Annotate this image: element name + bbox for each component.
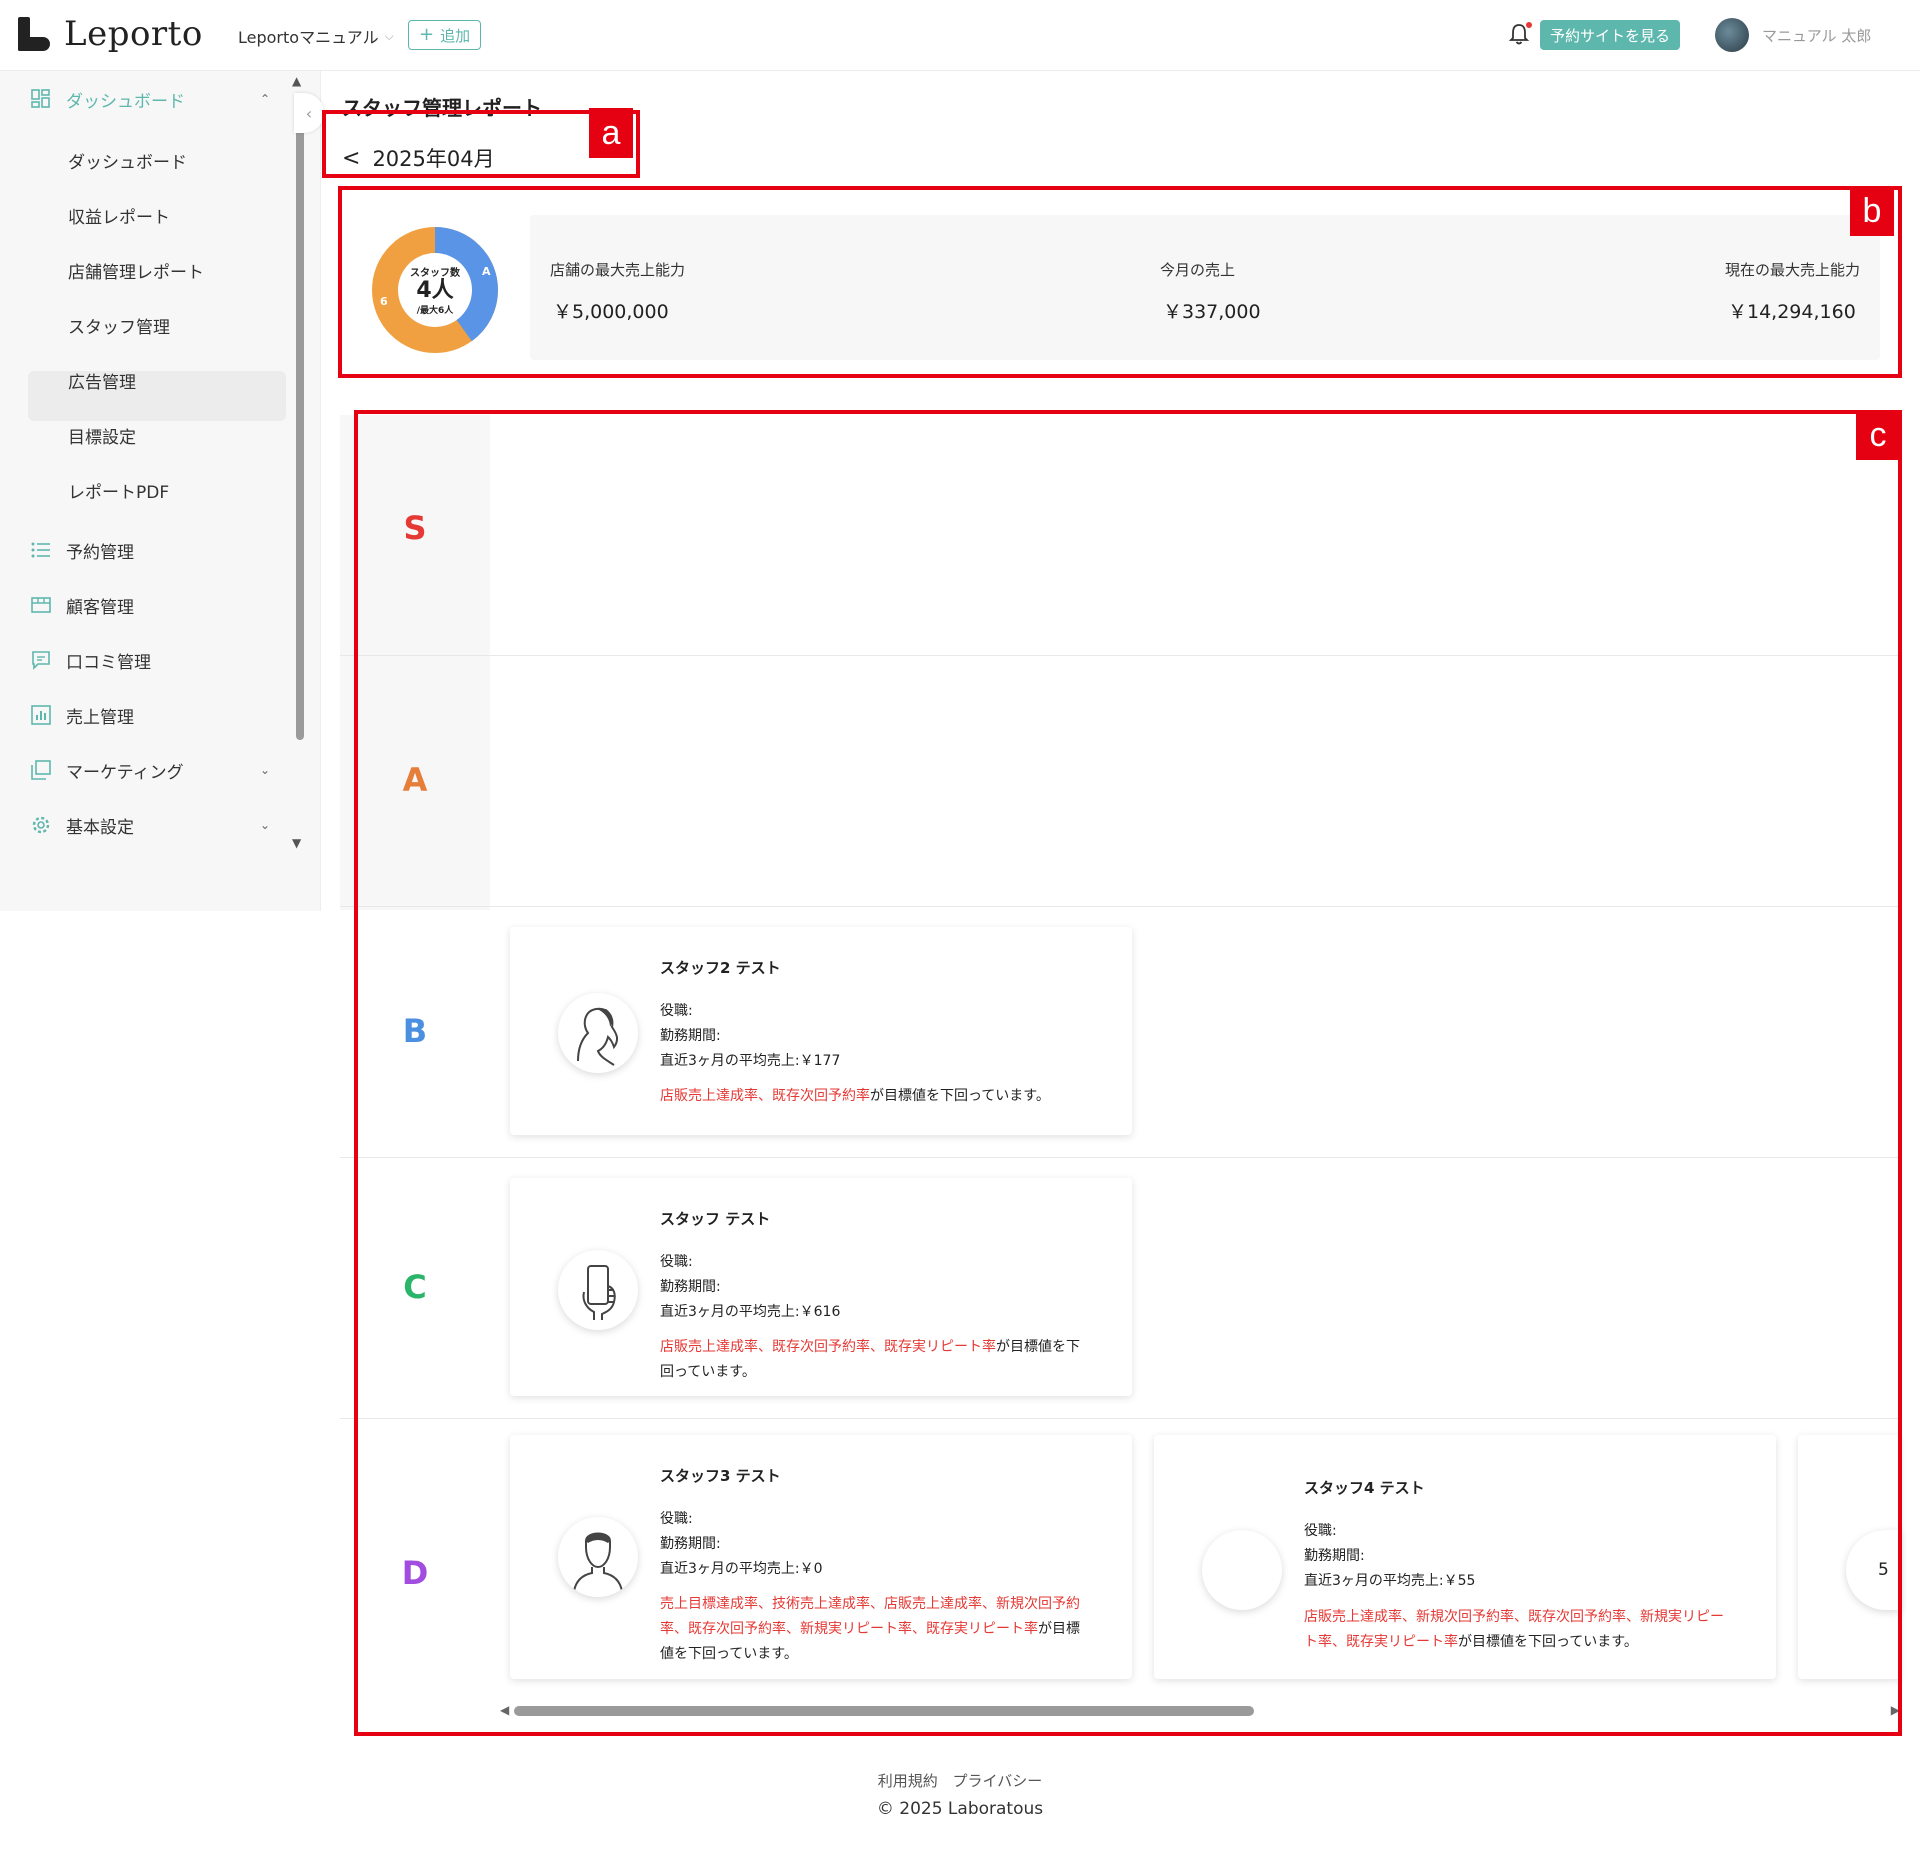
- sidebar-item-customers[interactable]: 顧客管理: [30, 585, 134, 625]
- sidebar-item-reviews[interactable]: 口コミ管理: [30, 640, 151, 680]
- scroll-down-arrow-icon[interactable]: ▼: [292, 836, 301, 850]
- add-button[interactable]: + 追加: [408, 20, 482, 50]
- chevron-down-icon: ⌄: [259, 763, 270, 777]
- leporto-logo[interactable]: Leporto: [18, 14, 203, 54]
- comment-icon: [30, 649, 52, 671]
- notification-dot: [1526, 22, 1532, 28]
- annotation-box-c: [354, 410, 1902, 1736]
- copyright: © 2025 Laboratous: [876, 1799, 1044, 1819]
- sidebar-item-label: 口コミ管理: [66, 652, 151, 673]
- sidebar-sub-item-revenue-report[interactable]: 収益レポート: [68, 195, 170, 235]
- sidebar-item-sales[interactable]: 売上管理: [30, 695, 134, 735]
- user-avatar[interactable]: [1715, 18, 1749, 52]
- sidebar-item-marketing[interactable]: マーケティング ⌄: [30, 750, 270, 790]
- annotation-tag-b: b: [1850, 186, 1894, 236]
- add-button-label: 追加: [440, 26, 471, 45]
- sidebar-item-label: 基本設定: [66, 817, 134, 838]
- active-item-highlight: [28, 371, 286, 421]
- sidebar-item-label: 売上管理: [66, 707, 134, 728]
- sidebar-item-reservations[interactable]: 予約管理: [30, 530, 134, 570]
- notification-bell-icon[interactable]: [1508, 22, 1532, 46]
- sidebar-sub-item-dashboard[interactable]: ダッシュボード: [68, 140, 187, 180]
- layers-icon: [30, 759, 52, 781]
- sidebar-sub-item-report-pdf[interactable]: レポートPDF: [68, 470, 169, 510]
- logo-mark-icon: [18, 17, 50, 51]
- dashboard-grid-icon: [30, 88, 52, 110]
- gear-icon: [30, 814, 52, 836]
- sidebar: ダッシュボード ⌃ ダッシュボード 収益レポート 店舗管理レポート スタッフ管理…: [0, 71, 321, 911]
- store-icon: [30, 594, 52, 616]
- annotation-tag-a: a: [589, 108, 633, 158]
- chevron-down-icon: ⌵: [384, 28, 394, 43]
- sidebar-item-dashboard[interactable]: ダッシュボード ⌃: [30, 79, 270, 119]
- annotation-box-b: [338, 186, 1902, 378]
- chevron-left-icon: ‹: [305, 103, 313, 123]
- annotation-tag-c: c: [1856, 410, 1900, 460]
- sidebar-item-label: 予約管理: [66, 542, 134, 563]
- shop-selector[interactable]: Leportoマニュアル ⌵: [238, 24, 394, 48]
- sidebar-sub-item-staff-management[interactable]: スタッフ管理: [68, 305, 170, 345]
- sidebar-sub-item-store-report[interactable]: 店舗管理レポート: [68, 250, 204, 290]
- sidebar-scrollbar-thumb[interactable]: [296, 104, 304, 740]
- sidebar-item-label: マーケティング: [66, 762, 184, 783]
- sidebar-sub-item-ad-management[interactable]: 広告管理: [68, 360, 136, 400]
- list-icon: [30, 539, 52, 561]
- sidebar-sub-item-goal-settings[interactable]: 目標設定: [68, 415, 136, 455]
- bar-chart-icon: [30, 704, 52, 726]
- top-header: Leporto Leportoマニュアル ⌵ + 追加 予約サイトを見る マニュ…: [0, 0, 1920, 71]
- view-booking-site-button[interactable]: 予約サイトを見る: [1540, 20, 1681, 50]
- logo-text: Leporto: [64, 14, 203, 54]
- sidebar-item-label: 顧客管理: [66, 597, 134, 618]
- terms-link[interactable]: 利用規約: [878, 1772, 938, 1790]
- scroll-up-arrow-icon[interactable]: ▲: [292, 74, 301, 88]
- footer-links: 利用規約 プライバシー: [0, 1770, 1920, 1791]
- privacy-link[interactable]: プライバシー: [953, 1772, 1043, 1790]
- sidebar-item-label: ダッシュボード: [66, 91, 185, 112]
- shop-name: Leportoマニュアル: [238, 28, 379, 47]
- chevron-up-icon: ⌃: [259, 92, 270, 106]
- user-name[interactable]: マニュアル 太郎: [1762, 25, 1871, 46]
- sidebar-item-basic-settings[interactable]: 基本設定 ⌄: [30, 805, 270, 845]
- chevron-down-icon: ⌄: [259, 818, 270, 832]
- plus-icon: +: [419, 24, 435, 45]
